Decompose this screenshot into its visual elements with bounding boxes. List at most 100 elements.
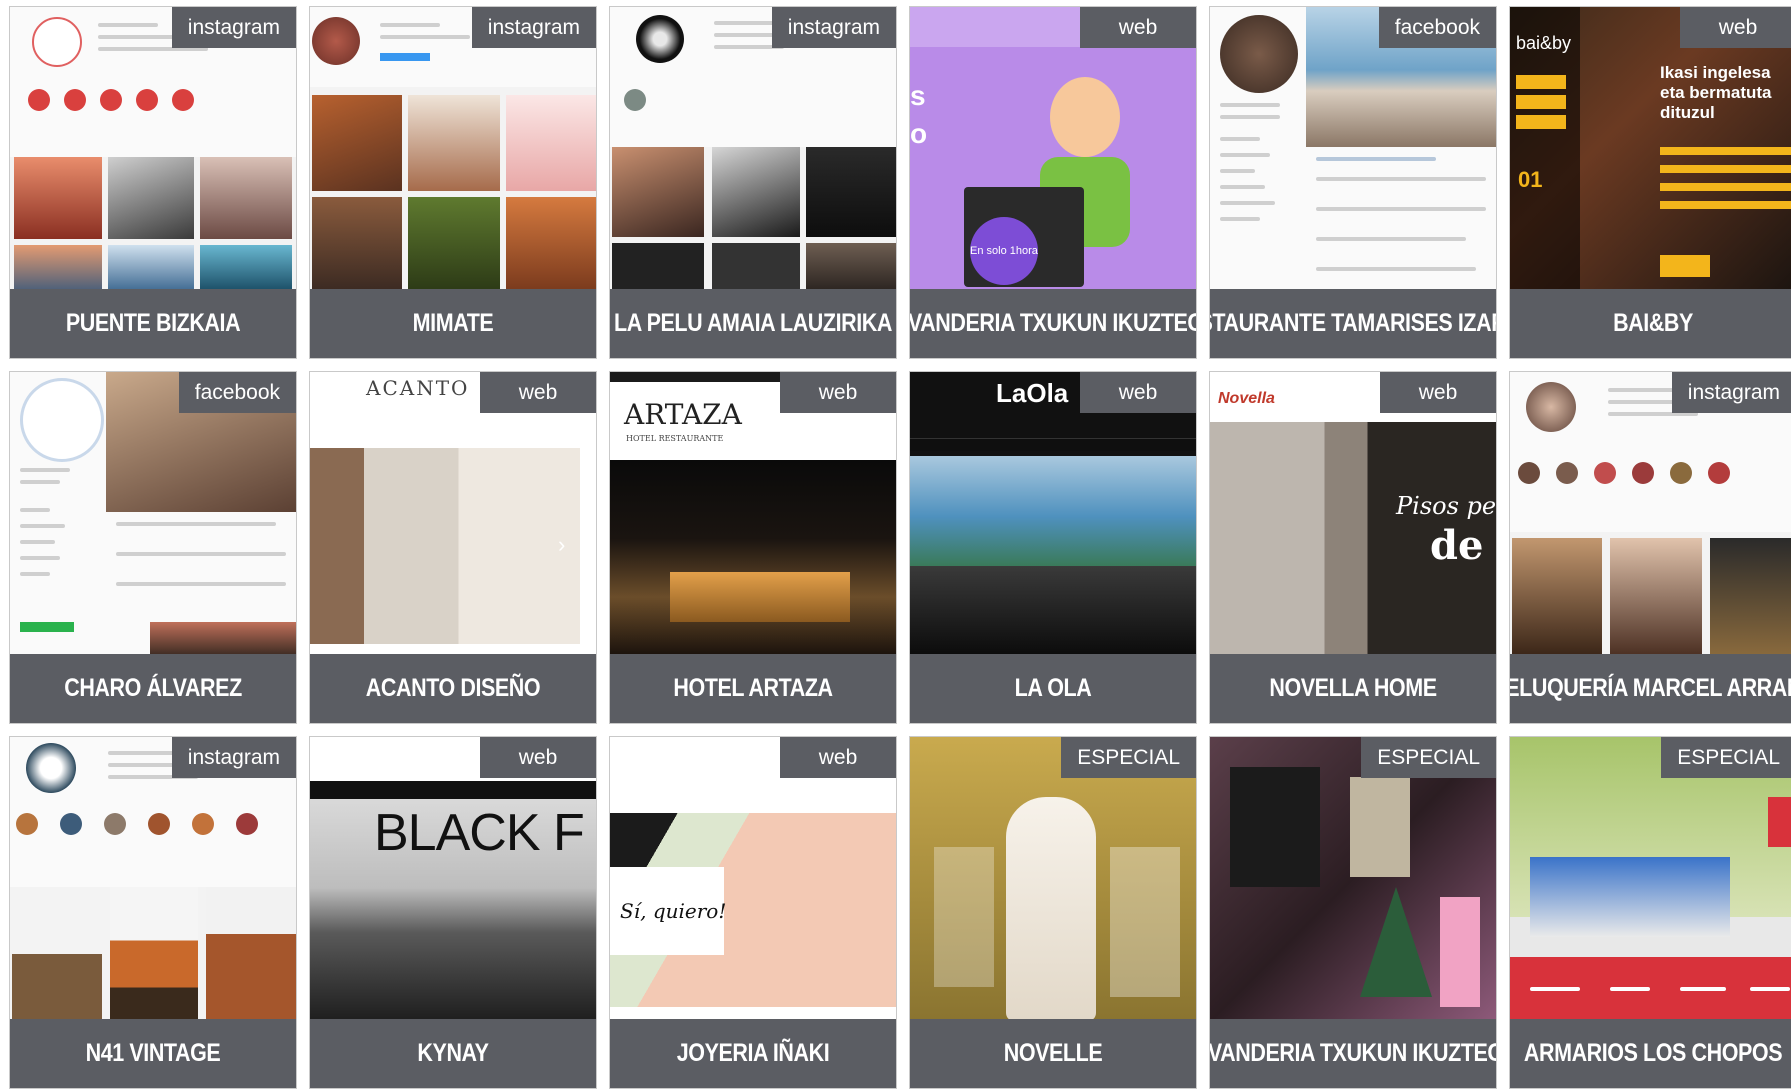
profile-avatar	[1220, 15, 1298, 93]
card-caption-bar: LAVANDERIA TXUKUN IKUZTEGIA	[910, 289, 1196, 358]
portfolio-card-lavanderia-especial[interactable]: ESPECIAL LAVANDERIA TXUKUN IKUZTEGIA	[1209, 736, 1497, 1089]
profile-avatar	[636, 15, 684, 63]
story-circle-icon	[1632, 462, 1654, 484]
card-caption-bar: LA OLA	[910, 654, 1196, 723]
portfolio-card-armarios-los-chopos[interactable]: ESPECIAL ARMARIOS LOS CHOPOS	[1509, 736, 1791, 1089]
story-circle-icon	[104, 813, 126, 835]
portfolio-card-peluqueria-marcel-arranz[interactable]: instagram PELUQUERÍA MARCEL ARRANZ	[1509, 371, 1791, 724]
card-title: KYNAY	[417, 1039, 489, 1067]
card-title: PELUQUERÍA MARCEL ARRANZ	[1510, 674, 1791, 702]
card-title: MIMATE	[412, 309, 494, 337]
story-circle-icon	[16, 813, 38, 835]
portfolio-card-mimate[interactable]: instagram MIMATE	[309, 6, 597, 359]
card-thumbnail	[1510, 737, 1791, 1021]
card-thumbnail	[10, 7, 296, 291]
card-title: ACANTO DISEÑO	[365, 674, 541, 702]
platform-badge: web	[1080, 372, 1196, 413]
platform-badge: ESPECIAL	[1061, 737, 1196, 778]
card-thumbnail	[1510, 372, 1791, 656]
card-title: ARMARIOS LOS CHOPOS	[1523, 1039, 1783, 1067]
card-thumbnail	[10, 372, 296, 656]
card-thumbnail: ACANTO ›	[310, 372, 596, 656]
card-caption-bar: BAI&BY	[1510, 289, 1791, 358]
portfolio-card-la-pelu-amaia-lauzirika[interactable]: instagram LA PELU AMAIA LAUZIRIKA	[609, 6, 897, 359]
card-caption-bar: NOVELLA HOME	[1210, 654, 1496, 723]
profile-avatar	[32, 17, 82, 67]
portfolio-card-novella-home[interactable]: Novella Pisos peq de web NOVELLA HOME	[1209, 371, 1497, 724]
platform-badge: facebook	[178, 372, 296, 413]
platform-badge: ESPECIAL	[1661, 737, 1791, 778]
card-caption-bar: N41 VINTAGE	[10, 1019, 296, 1088]
portfolio-card-acanto-diseno[interactable]: ACANTO › web ACANTO DISEÑO	[309, 371, 597, 724]
card-caption-bar: ARMARIOS LOS CHOPOS	[1510, 1019, 1791, 1088]
card-title: LAVANDERIA TXUKUN IKUZTEGIA	[909, 309, 1196, 337]
platform-badge: web	[1680, 7, 1791, 48]
portfolio-card-baiby[interactable]: bai&by 01 Ikasi ingelesa eta bermatuta d…	[1509, 6, 1791, 359]
card-title: PUENTE BIZKAIA	[65, 309, 241, 337]
card-thumbnail: ARTAZA HOTEL RESTAURANTE	[610, 372, 896, 656]
portfolio-card-lavanderia-web[interactable]: s o En solo 1hora web LAVANDERIA TXUKUN …	[909, 6, 1197, 359]
story-circle-icon	[148, 813, 170, 835]
profile-avatar	[20, 378, 104, 462]
profile-avatar	[312, 17, 360, 65]
portfolio-card-hotel-artaza[interactable]: ARTAZA HOTEL RESTAURANTE web HOTEL ARTAZ…	[609, 371, 897, 724]
story-circle-icon	[136, 89, 158, 111]
card-caption-bar: ACANTO DISEÑO	[310, 654, 596, 723]
story-circle-icon	[1518, 462, 1540, 484]
card-thumbnail	[910, 737, 1196, 1021]
card-title: CHARO ÁLVAREZ	[64, 674, 242, 702]
platform-badge: ESPECIAL	[1361, 737, 1496, 778]
card-title: BAI&BY	[1613, 309, 1693, 337]
portfolio-card-joyeria-inaki[interactable]: Sí, quiero! web JOYERIA IÑAKI	[609, 736, 897, 1089]
card-caption-bar: KYNAY	[310, 1019, 596, 1088]
card-title: LA OLA	[1014, 674, 1092, 702]
card-title: LA PELU AMAIA LAUZIRIKA	[614, 309, 892, 337]
story-circle-icon	[172, 89, 194, 111]
card-thumbnail	[610, 7, 896, 291]
platform-badge: instagram	[171, 7, 296, 48]
card-thumbnail: Novella Pisos peq de	[1210, 372, 1496, 656]
story-circle-icon	[60, 813, 82, 835]
portfolio-card-charo-alvarez[interactable]: facebook CHARO ÁLVAREZ	[9, 371, 297, 724]
platform-badge: web	[780, 372, 896, 413]
card-caption-bar: PELUQUERÍA MARCEL ARRANZ	[1510, 654, 1791, 723]
story-circle-icon	[1556, 462, 1578, 484]
portfolio-card-restaurante-tamarises-izarra[interactable]: facebook RESTAURANTE TAMARISES IZARRA	[1209, 6, 1497, 359]
card-thumbnail: BLACK F	[310, 737, 596, 1021]
platform-badge: instagram	[471, 7, 596, 48]
card-caption-bar: NOVELLE	[910, 1019, 1196, 1088]
story-circle-icon	[28, 89, 50, 111]
card-thumbnail	[10, 737, 296, 1021]
platform-badge: web	[780, 737, 896, 778]
card-caption-bar: MIMATE	[310, 289, 596, 358]
story-circle-icon	[1594, 462, 1616, 484]
card-caption-bar: LA PELU AMAIA LAUZIRIKA	[610, 289, 896, 358]
card-caption-bar: PUENTE BIZKAIA	[10, 289, 296, 358]
platform-badge: instagram	[771, 7, 896, 48]
card-thumbnail: s o En solo 1hora	[910, 7, 1196, 291]
story-circle-icon	[236, 813, 258, 835]
portfolio-card-la-ola[interactable]: LaOla web LA OLA	[909, 371, 1197, 724]
card-title: RESTAURANTE TAMARISES IZARRA	[1210, 309, 1496, 337]
portfolio-card-novelle[interactable]: ESPECIAL NOVELLE	[909, 736, 1197, 1089]
card-caption-bar: RESTAURANTE TAMARISES IZARRA	[1210, 289, 1496, 358]
card-title: LAVANDERIA TXUKUN IKUZTEGIA	[1209, 1039, 1496, 1067]
platform-badge: instagram	[1671, 372, 1791, 413]
portfolio-card-n41-vintage[interactable]: instagram N41 VINTAGE	[9, 736, 297, 1089]
card-title: JOYERIA IÑAKI	[676, 1039, 830, 1067]
portfolio-card-kynay[interactable]: BLACK F web KYNAY	[309, 736, 597, 1089]
platform-badge: web	[1080, 7, 1196, 48]
platform-badge: instagram	[171, 737, 296, 778]
card-title: NOVELLE	[1003, 1039, 1103, 1067]
profile-avatar	[26, 743, 76, 793]
card-thumbnail: LaOla	[910, 372, 1196, 656]
card-thumbnail	[310, 7, 596, 291]
card-thumbnail	[1210, 737, 1496, 1021]
profile-avatar	[1526, 382, 1576, 432]
story-circle-icon	[192, 813, 214, 835]
story-circle-icon	[1670, 462, 1692, 484]
card-title: NOVELLA HOME	[1269, 674, 1437, 702]
chevron-right-icon[interactable]: ›	[558, 532, 565, 558]
portfolio-card-puente-bizkaia[interactable]: instagram PUENTE BIZKAIA	[9, 6, 297, 359]
portfolio-grid: instagram PUENTE BIZKAIA instagram MIMAT…	[9, 6, 1791, 1089]
